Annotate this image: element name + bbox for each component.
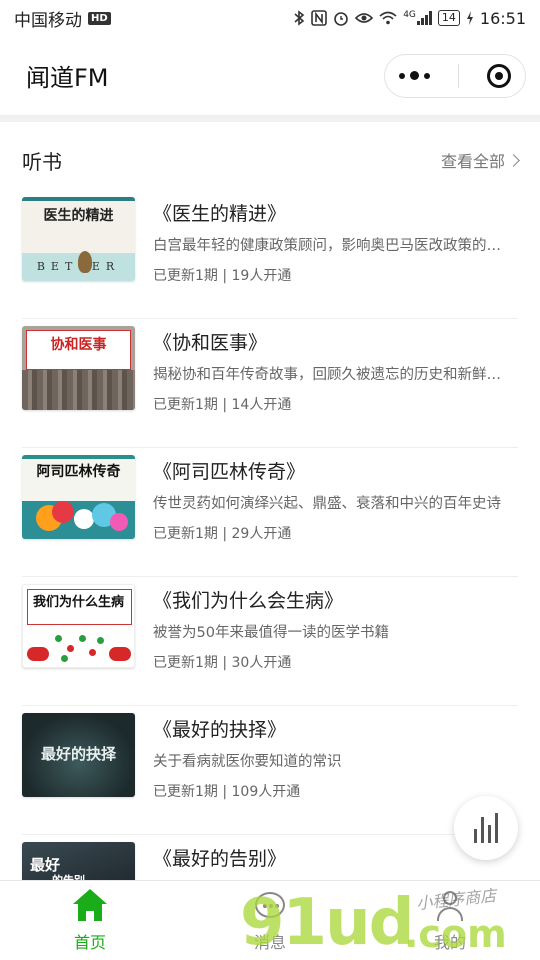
clock-time: 16:51 <box>479 8 526 28</box>
cover-title: 我们为什么生病 <box>32 595 124 610</box>
book-info: 《协和医事》 揭秘协和百年传奇故事，回顾久被遗忘的历史和新鲜… 已更新1期 | … <box>153 326 518 414</box>
wifi-icon <box>379 11 397 25</box>
tab-profile[interactable]: 我的 <box>390 889 510 953</box>
view-all-label: 查看全部 <box>440 152 505 171</box>
profile-icon <box>433 889 467 923</box>
book-title: 《医生的精进》 <box>153 203 287 225</box>
status-right: 4G 14 16:51 <box>293 9 526 28</box>
book-cover: 阿司匹林传奇 <box>22 455 135 539</box>
carrier-label: 中国移动 <box>14 10 82 31</box>
book-meta: 已更新1期 | 14人开通 <box>153 397 292 413</box>
book-description: 被誉为50年来最值得一读的医学书籍 <box>153 625 389 641</box>
book-item[interactable]: 协和医事 《协和医事》 揭秘协和百年传奇故事，回顾久被遗忘的历史和新鲜… 已更新… <box>22 319 518 448</box>
tab-label: 我的 <box>433 932 466 952</box>
network-type-label: 4G <box>403 10 416 20</box>
book-title: 《阿司匹林传奇》 <box>153 461 306 483</box>
eye-icon <box>355 11 374 25</box>
cover-title: 医生的精进 <box>43 208 114 224</box>
battery-icon: 14 <box>437 10 460 26</box>
audio-player-button[interactable] <box>454 796 518 860</box>
book-meta: 已更新1期 | 109人开通 <box>153 784 301 800</box>
book-info: 《阿司匹林传奇》 传世灵药如何演绎兴起、鼎盛、衰落和中兴的百年史诗 已更新1期 … <box>153 455 518 543</box>
book-meta: 已更新1期 | 30人开通 <box>153 655 292 671</box>
book-description: 传世灵药如何演绎兴起、鼎盛、衰落和中兴的百年史诗 <box>153 496 501 512</box>
book-meta: 已更新1期 | 19人开通 <box>153 268 292 284</box>
book-cover: 医生的精进 BETTER <box>22 197 135 281</box>
book-title: 《最好的抉择》 <box>153 719 287 741</box>
book-title: 《我们为什么会生病》 <box>153 590 344 612</box>
view-all-link[interactable]: 查看全部 <box>440 148 520 172</box>
mini-program-capsule <box>384 53 526 98</box>
book-cover: 协和医事 <box>22 326 135 410</box>
nav-bar: 闻道FM <box>0 36 540 116</box>
pinecone-illustration <box>78 251 92 273</box>
book-description: 揭秘协和百年传奇故事，回顾久被遗忘的历史和新鲜… <box>153 367 501 383</box>
hd-badge: HD <box>88 11 111 25</box>
bluetooth-icon <box>293 10 305 26</box>
book-list: 医生的精进 BETTER 《医生的精进》 白宫最年轻的健康政策顾问，影响奥巴马医… <box>22 190 518 960</box>
more-options-icon[interactable] <box>399 71 430 80</box>
audio-bars-icon <box>474 813 498 843</box>
book-info: 《最好的抉择》 关于看病就医你要知道的常识 已更新1期 | 109人开通 <box>153 713 518 801</box>
close-program-icon[interactable] <box>487 63 511 88</box>
cover-title: 最好的抉择 <box>40 745 116 763</box>
status-bar: 中国移动 HD 4G 14 16:51 <box>0 0 540 36</box>
book-info: 《我们为什么会生病》 被誉为50年来最值得一读的医学书籍 已更新1期 | 30人… <box>153 584 518 672</box>
charging-icon <box>466 11 474 25</box>
nfc-icon <box>311 10 327 26</box>
section-title: 听书 <box>22 149 62 174</box>
book-cover: 我们为什么生病 <box>22 584 135 668</box>
book-description: 关于看病就医你要知道的常识 <box>153 754 342 770</box>
home-icon <box>73 888 107 923</box>
capsule-divider <box>458 63 459 88</box>
status-left: 中国移动 HD <box>14 6 111 31</box>
cover-title: 协和医事 <box>50 337 107 353</box>
book-meta: 已更新1期 | 29人开通 <box>153 526 292 542</box>
tab-home[interactable]: 首页 <box>30 888 150 953</box>
signal-icon: 4G <box>403 11 432 25</box>
tab-label: 消息 <box>253 932 286 952</box>
book-item[interactable]: 我们为什么生病 《我们为什么会生病》 被誉为50年来最值得一读的医学书籍 已更新… <box>22 577 518 706</box>
app-title: 闻道FM <box>26 64 109 92</box>
alarm-icon <box>333 10 349 26</box>
book-info: 《医生的精进》 白宫最年轻的健康政策顾问，影响奥巴马医改政策的… 已更新1期 |… <box>153 197 518 285</box>
tab-bar: 首页 消息 我的 <box>0 880 540 960</box>
book-title: 《协和医事》 <box>153 332 268 354</box>
tab-label: 首页 <box>73 932 106 952</box>
tab-messages[interactable]: 消息 <box>210 889 330 953</box>
book-description: 白宫最年轻的健康政策顾问，影响奥巴马医改政策的… <box>153 238 501 254</box>
book-item[interactable]: 阿司匹林传奇 《阿司匹林传奇》 传世灵药如何演绎兴起、鼎盛、衰落和中兴的百年史诗… <box>22 448 518 577</box>
section-header: 听书 查看全部 <box>22 140 520 180</box>
book-cover: 最好的抉择 <box>22 713 135 797</box>
city-photo-illustration <box>22 370 135 410</box>
message-icon <box>253 889 287 923</box>
chevron-right-icon <box>507 153 520 167</box>
book-item[interactable]: 医生的精进 BETTER 《医生的精进》 白宫最年轻的健康政策顾问，影响奥巴马医… <box>22 190 518 319</box>
cover-title: 阿司匹林传奇 <box>36 464 121 480</box>
book-item[interactable]: 最好的抉择 《最好的抉择》 关于看病就医你要知道的常识 已更新1期 | 109人… <box>22 706 518 835</box>
header-separator <box>0 116 540 122</box>
